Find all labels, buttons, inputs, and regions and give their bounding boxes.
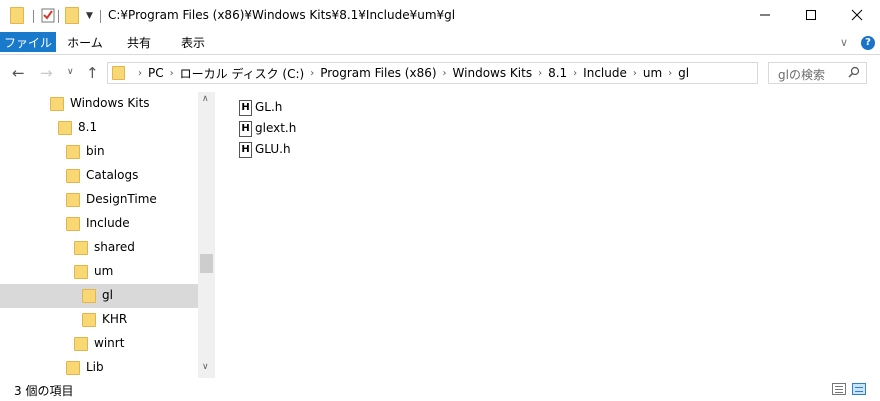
- tree-item-label: gl: [102, 288, 113, 302]
- back-arrow-icon[interactable]: ←: [12, 64, 25, 82]
- search-icon[interactable]: [848, 66, 860, 81]
- file-name: glext.h: [255, 121, 297, 135]
- tree-item-um[interactable]: um: [0, 260, 198, 284]
- tree-scrollbar[interactable]: ∧ ∨: [198, 92, 215, 378]
- folder-icon: [50, 97, 64, 111]
- header-file-icon: H: [239, 121, 252, 137]
- minimize-icon[interactable]: [742, 0, 788, 30]
- tree-item-label: bin: [86, 144, 105, 158]
- chevron-right-icon[interactable]: ›: [573, 68, 577, 79]
- divider: [100, 10, 101, 23]
- folder-icon: [66, 145, 80, 159]
- tree-item-winrt[interactable]: winrt: [0, 332, 198, 356]
- scrollbar-thumb[interactable]: [200, 254, 213, 273]
- tree-item-label: winrt: [94, 336, 125, 350]
- navigation-tree: Windows Kits 8.1 bin Catalogs DesignTime…: [0, 92, 198, 378]
- tree-item-gl[interactable]: gl: [0, 284, 198, 308]
- chevron-right-icon[interactable]: ›: [633, 68, 637, 79]
- scroll-down-icon[interactable]: ∨: [202, 362, 209, 372]
- folder-icon[interactable]: [10, 7, 24, 24]
- tree-item-label: Lib: [86, 360, 104, 374]
- folder-icon: [58, 121, 72, 135]
- tree-item-designtime[interactable]: DesignTime: [0, 188, 198, 212]
- title-bar: ▼ C:¥Program Files (x86)¥Windows Kits¥8.…: [0, 0, 880, 32]
- folder-icon: [66, 193, 80, 207]
- file-name: GLU.h: [255, 142, 291, 156]
- chevron-right-icon[interactable]: ›: [170, 68, 174, 79]
- window-title: C:¥Program Files (x86)¥Windows Kits¥8.1¥…: [108, 8, 456, 22]
- tab-file[interactable]: ファイル: [0, 32, 56, 52]
- tree-item-label: um: [94, 264, 114, 278]
- details-view-icon[interactable]: [832, 383, 846, 395]
- new-folder-icon[interactable]: [65, 7, 79, 24]
- close-icon[interactable]: [834, 0, 880, 30]
- folder-icon: [82, 289, 96, 303]
- navigation-bar: ← → ∨ ↑ › PC › ローカル ディスク (C:) › Program …: [0, 55, 880, 92]
- expand-ribbon-icon[interactable]: ∨: [840, 36, 848, 49]
- tree-item-label: Windows Kits: [70, 96, 150, 110]
- tree-item-8-1[interactable]: 8.1: [0, 116, 198, 140]
- tab-home[interactable]: ホーム: [60, 32, 110, 55]
- ribbon-tabs: ファイル ホーム 共有 表示 ∨ ?: [0, 32, 880, 55]
- tree-item-shared[interactable]: shared: [0, 236, 198, 260]
- tree-item-bin[interactable]: bin: [0, 140, 198, 164]
- tab-share[interactable]: 共有: [116, 32, 162, 55]
- tree-item-label: Include: [86, 216, 130, 230]
- tree-item-label: Catalogs: [86, 168, 139, 182]
- breadcrumb-8-1[interactable]: 8.1: [548, 66, 567, 80]
- chevron-right-icon[interactable]: ›: [668, 68, 672, 79]
- folder-icon: [66, 169, 80, 183]
- breadcrumb-pc[interactable]: PC: [148, 66, 164, 80]
- tab-view[interactable]: 表示: [170, 32, 216, 55]
- folder-icon: [74, 241, 88, 255]
- item-count: 3 個の項目: [14, 384, 74, 398]
- chevron-right-icon[interactable]: ›: [138, 68, 142, 79]
- search-input[interactable]: glの検索: [768, 62, 867, 84]
- tree-item-label: shared: [94, 240, 135, 254]
- file-list: H GL.h H glext.h H GLU.h: [215, 92, 880, 378]
- breadcrumb-include[interactable]: Include: [583, 66, 627, 80]
- tree-item-catalogs[interactable]: Catalogs: [0, 164, 198, 188]
- divider: [33, 10, 34, 23]
- forward-arrow-icon[interactable]: →: [40, 64, 53, 82]
- maximize-icon[interactable]: [788, 0, 834, 30]
- large-icons-view-icon[interactable]: [852, 383, 866, 395]
- breadcrumb-gl[interactable]: gl: [678, 66, 689, 80]
- address-bar[interactable]: › PC › ローカル ディスク (C:) › Program Files (x…: [107, 62, 855, 84]
- chevron-right-icon[interactable]: ›: [443, 68, 447, 79]
- status-bar: 3 個の項目: [0, 378, 880, 401]
- chevron-right-icon[interactable]: ›: [538, 68, 542, 79]
- breadcrumb-windows-kits[interactable]: Windows Kits: [453, 66, 533, 80]
- file-name: GL.h: [255, 100, 283, 114]
- header-file-icon: H: [239, 142, 252, 158]
- help-icon[interactable]: ?: [861, 36, 875, 50]
- breadcrumb: › PC › ローカル ディスク (C:) › Program Files (x…: [132, 63, 689, 83]
- tree-item-label: 8.1: [78, 120, 98, 134]
- header-file-icon: H: [239, 100, 252, 116]
- tree-item-windows-kits[interactable]: Windows Kits: [0, 92, 198, 116]
- folder-icon: [66, 361, 80, 375]
- search-placeholder: glの検索: [778, 68, 825, 82]
- divider: [58, 10, 59, 23]
- scroll-up-icon[interactable]: ∧: [202, 94, 209, 104]
- properties-icon[interactable]: [41, 7, 55, 23]
- up-arrow-icon[interactable]: ↑: [86, 64, 99, 82]
- recent-locations-icon[interactable]: ∨: [67, 67, 74, 77]
- tree-item-lib[interactable]: Lib: [0, 356, 198, 378]
- breadcrumb-local-disk[interactable]: ローカル ディスク (C:): [180, 65, 305, 82]
- chevron-right-icon[interactable]: ›: [310, 68, 314, 79]
- tree-item-label: DesignTime: [86, 192, 157, 206]
- tree-item-include[interactable]: Include: [0, 212, 198, 236]
- tree-item-label: KHR: [102, 312, 128, 326]
- tree-item-khr[interactable]: KHR: [0, 308, 198, 332]
- folder-icon: [112, 66, 125, 80]
- folder-icon: [74, 337, 88, 351]
- quick-access-dropdown-icon[interactable]: ▼: [86, 11, 93, 21]
- folder-icon: [66, 217, 80, 231]
- breadcrumb-program-files[interactable]: Program Files (x86): [320, 66, 436, 80]
- breadcrumb-um[interactable]: um: [643, 66, 662, 80]
- folder-icon: [74, 265, 88, 279]
- folder-icon: [82, 313, 96, 327]
